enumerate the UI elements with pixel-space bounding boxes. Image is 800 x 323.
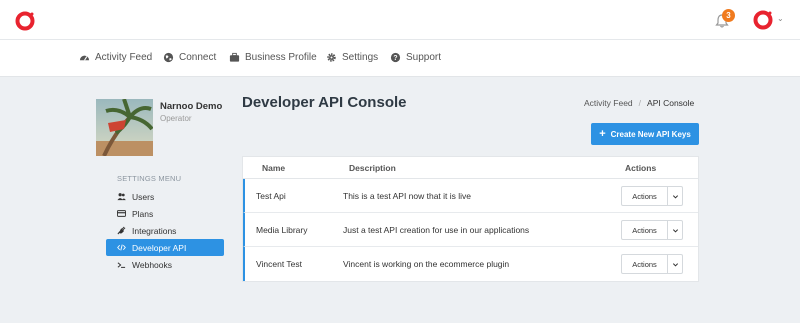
breadcrumb-current: API Console — [647, 98, 695, 108]
menu-item-label: Developer API — [132, 242, 187, 253]
create-button-label: Create New API Keys — [610, 129, 691, 139]
dashboard-icon — [79, 55, 90, 61]
breadcrumb-separator: / — [638, 98, 642, 108]
code-icon — [117, 244, 126, 251]
menu-item-webhooks[interactable]: Webhooks — [106, 256, 224, 273]
menu-item-label: Webhooks — [132, 259, 173, 270]
nav-label: Connect — [179, 52, 217, 63]
chevron-down-icon — [672, 194, 678, 198]
menu-item-developer-api[interactable]: Developer API — [106, 239, 224, 256]
nav-connect[interactable]: Connect — [163, 52, 216, 63]
main-navbar: Activity Feed Connect Business Profile S… — [0, 40, 800, 77]
profile-photo — [96, 99, 153, 156]
column-header-name: Name — [262, 163, 286, 173]
settings-menu-title: SETTINGS MENU — [117, 174, 182, 183]
chevron-down-icon — [672, 228, 678, 232]
actions-toggle[interactable] — [668, 255, 682, 273]
top-bar: 3 ⌄ — [0, 0, 800, 40]
table-row[interactable]: Test Api This is a test API now that it … — [243, 179, 698, 213]
chevron-down-icon[interactable]: ⌄ — [777, 14, 784, 23]
notification-badge: 3 — [722, 9, 735, 22]
plus-icon: + — [599, 127, 606, 140]
row-description: Vincent is working on the ecommerce plug… — [343, 259, 510, 269]
menu-item-label: Users — [132, 191, 155, 202]
menu-item-users[interactable]: Users — [106, 188, 224, 205]
actions-dropdown[interactable]: Actions — [621, 254, 683, 274]
nav-activity-feed[interactable]: Activity Feed — [79, 52, 152, 63]
nav-label: Business Profile — [245, 52, 317, 63]
row-name: Vincent Test — [256, 259, 302, 269]
nav-label: Activity Feed — [95, 52, 153, 63]
column-header-description: Description — [349, 163, 396, 173]
globe-icon — [163, 52, 174, 63]
nav-label: Support — [406, 52, 442, 63]
users-icon — [117, 193, 126, 201]
table-row[interactable]: Media Library Just a test API creation f… — [243, 213, 698, 247]
chevron-down-icon — [672, 262, 678, 266]
question-circle-icon: ? — [390, 52, 401, 63]
user-avatar[interactable] — [753, 10, 773, 30]
actions-button[interactable]: Actions — [622, 255, 668, 273]
table-row[interactable]: Vincent Test Vincent is working on the e… — [243, 247, 698, 281]
create-api-keys-button[interactable]: + Create New API Keys — [591, 123, 699, 145]
actions-toggle[interactable] — [668, 221, 682, 239]
column-header-actions: Actions — [625, 163, 657, 173]
profile-name: Narnoo Demo — [160, 101, 223, 112]
menu-item-label: Plans — [132, 208, 154, 219]
terminal-icon — [117, 262, 126, 268]
actions-dropdown[interactable]: Actions — [621, 220, 683, 240]
profile-role: Operator — [160, 114, 192, 123]
narnoo-logo[interactable] — [15, 11, 35, 31]
menu-item-integrations[interactable]: Integrations — [106, 222, 224, 239]
svg-text:?: ? — [393, 55, 397, 62]
breadcrumb-parent-link[interactable]: Activity Feed — [584, 98, 633, 108]
table-header: Name Description Actions — [243, 157, 698, 179]
breadcrumb: Activity Feed / API Console — [584, 98, 694, 108]
nav-business-profile[interactable]: Business Profile — [229, 52, 317, 63]
plug-icon — [117, 226, 126, 235]
row-name: Test Api — [256, 191, 286, 201]
credit-card-icon — [117, 210, 126, 217]
row-name: Media Library — [256, 225, 308, 235]
nav-settings[interactable]: Settings — [326, 52, 378, 63]
nav-label: Settings — [342, 52, 379, 63]
briefcase-icon — [229, 52, 240, 62]
gear-icon — [327, 53, 336, 62]
actions-dropdown[interactable]: Actions — [621, 186, 683, 206]
actions-button[interactable]: Actions — [622, 221, 668, 239]
actions-toggle[interactable] — [668, 187, 682, 205]
page-title: Developer API Console — [242, 94, 407, 111]
api-keys-table: Name Description Actions Test Api This i… — [242, 156, 699, 282]
actions-button[interactable]: Actions — [622, 187, 668, 205]
row-description: Just a test API creation for use in our … — [343, 225, 530, 235]
nav-support[interactable]: ? Support — [390, 52, 441, 63]
menu-item-plans[interactable]: Plans — [106, 205, 224, 222]
row-description: This is a test API now that it is live — [343, 191, 472, 201]
menu-item-label: Integrations — [132, 225, 177, 236]
